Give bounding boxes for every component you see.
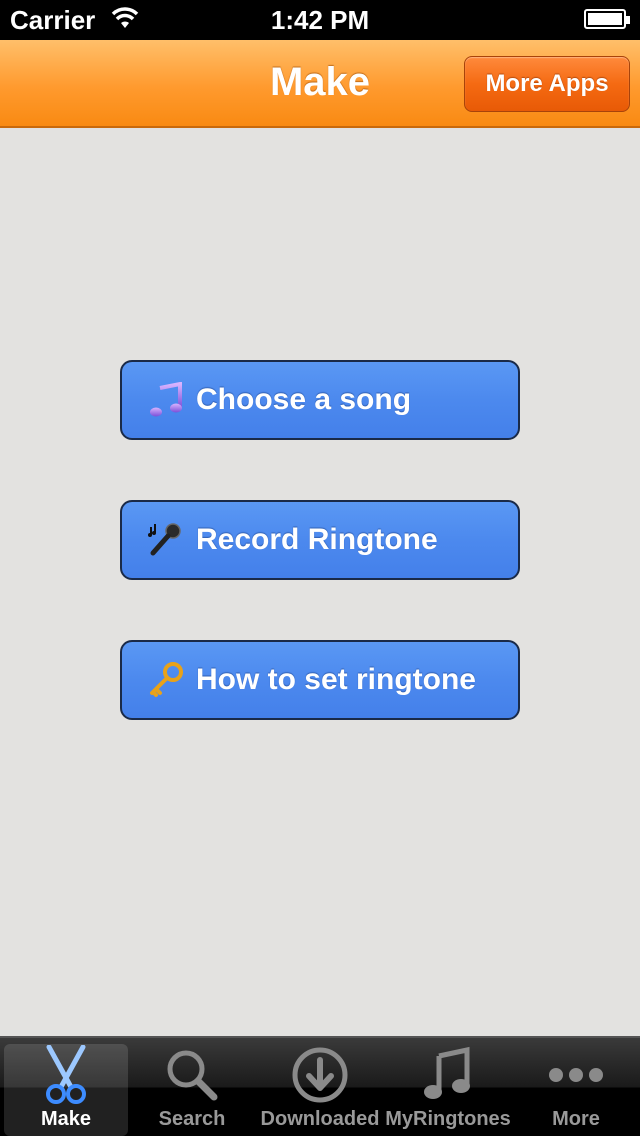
music-note-icon [418, 1044, 478, 1106]
status-time: 1:42 PM [270, 5, 370, 35]
choose-song-label: Choose a song [196, 383, 412, 416]
tab-myringtones[interactable]: MyRingtones [385, 1044, 511, 1136]
download-icon [290, 1044, 350, 1106]
tab-downloaded[interactable]: Downloaded [258, 1044, 382, 1136]
main-content: Choose a song Record Ringtone How to set… [0, 130, 640, 1036]
key-icon [146, 660, 186, 700]
search-icon [162, 1044, 222, 1106]
record-ringtone-label: Record Ringtone [196, 523, 438, 556]
tab-more[interactable]: More [514, 1044, 638, 1136]
record-ringtone-button[interactable]: Record Ringtone [120, 500, 520, 580]
microphone-icon [146, 520, 186, 560]
choose-song-button[interactable]: Choose a song [120, 360, 520, 440]
tab-bar: Make Search Downloaded MyRingtones More [0, 1036, 640, 1136]
battery-icon [584, 9, 630, 29]
scissors-icon [36, 1044, 96, 1106]
navigation-bar: Make More Apps [0, 40, 640, 128]
more-icon [546, 1044, 606, 1106]
tab-make[interactable]: Make [4, 1044, 128, 1136]
more-apps-button[interactable]: More Apps [464, 56, 630, 112]
tab-make-label: Make [40, 1108, 92, 1130]
tab-search[interactable]: Search [130, 1044, 254, 1136]
tab-search-label: Search [158, 1108, 226, 1130]
how-to-set-ringtone-button[interactable]: How to set ringtone [120, 640, 520, 720]
tab-myringtones-label: MyRingtones [385, 1108, 511, 1130]
how-to-set-ringtone-label: How to set ringtone [196, 663, 476, 696]
tab-more-label: More [552, 1108, 600, 1130]
music-note-icon [146, 380, 186, 420]
tab-downloaded-label: Downloaded [260, 1108, 380, 1130]
status-bar: Carrier 1:42 PM [0, 0, 640, 40]
